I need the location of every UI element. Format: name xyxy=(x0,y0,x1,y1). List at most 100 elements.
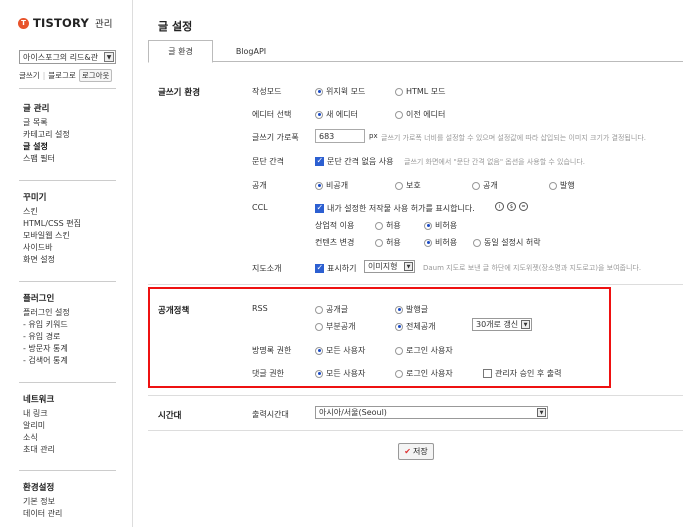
rss-count-select[interactable]: 30개로 갱신 ▼ xyxy=(472,318,532,331)
comment-approval-checkbox[interactable]: 관리자 승인 후 출력 xyxy=(483,368,562,379)
radio-rss-full[interactable]: 전체공개 xyxy=(395,321,435,332)
radio-modify-deny[interactable]: 비허용 xyxy=(424,237,457,248)
radio-button[interactable] xyxy=(472,181,480,190)
radio-rss-public[interactable]: 공개글 xyxy=(315,304,348,315)
menu-item-news[interactable]: 소식 xyxy=(23,432,55,444)
chevron-down-icon[interactable]: ▼ xyxy=(104,52,114,62)
radio-html[interactable]: HTML 모드 xyxy=(395,86,446,97)
menu-item-invites[interactable]: 초대 관리 xyxy=(23,444,55,456)
logo-text: TISTORY xyxy=(33,16,89,30)
logout-button[interactable]: 로그아웃 xyxy=(78,69,113,82)
radio-button[interactable] xyxy=(315,87,323,96)
menu-item-notifier[interactable]: 알리미 xyxy=(23,420,55,432)
menu-item-skin[interactable]: 스킨 xyxy=(23,206,81,218)
radio-button[interactable] xyxy=(315,369,323,378)
public-label: 공개 xyxy=(252,181,267,190)
checkbox[interactable] xyxy=(315,203,324,213)
radio-guestbook-all[interactable]: 모든 사용자 xyxy=(315,345,365,356)
radio-button[interactable] xyxy=(315,322,323,331)
radio-modify-sharealike[interactable]: 동일 설정시 허락 xyxy=(473,237,541,248)
radio-rss-partial[interactable]: 부분공개 xyxy=(315,321,355,332)
chevron-down-icon[interactable]: ▼ xyxy=(537,408,546,417)
cc-attribution-icon: i xyxy=(495,202,504,211)
ccl-icons: i $ = xyxy=(495,202,528,211)
paragraph-checkbox[interactable]: 문단 간격 없음 사용 xyxy=(315,156,394,167)
menu-item-post-list[interactable]: 글 목록 xyxy=(23,117,70,129)
radio-commercial-deny[interactable]: 비허용 xyxy=(424,220,457,231)
menu-item-basic-info[interactable]: 기본 정보 xyxy=(23,496,62,508)
radio-button[interactable] xyxy=(395,369,403,378)
radio-button[interactable] xyxy=(375,238,383,247)
checkbox[interactable] xyxy=(315,156,324,166)
radio-publish[interactable]: 발행 xyxy=(549,180,575,191)
radio-button[interactable] xyxy=(395,87,403,96)
page-title: 글 설정 xyxy=(158,20,193,33)
menu-item-data-management[interactable]: 데이터 관리 xyxy=(23,508,62,520)
radio-button[interactable] xyxy=(315,305,323,314)
radio-old-editor[interactable]: 이전 에디터 xyxy=(395,109,445,120)
tistory-logo[interactable]: T TISTORY 관리 xyxy=(18,16,112,30)
write-link[interactable]: 글쓰기 xyxy=(19,70,40,81)
chevron-down-icon[interactable]: ▼ xyxy=(521,320,530,329)
radio-button[interactable] xyxy=(395,346,403,355)
option-label: 보호 xyxy=(406,181,421,190)
checkbox[interactable] xyxy=(315,263,324,273)
commercial-label: 상업적 이용 xyxy=(315,221,355,230)
radio-modify-allow[interactable]: 허용 xyxy=(375,237,401,248)
radio-button[interactable] xyxy=(395,322,403,331)
map-select[interactable]: 이미지형 ▼ xyxy=(364,260,415,273)
radio-guestbook-login[interactable]: 로그인 사용자 xyxy=(395,345,453,356)
tab-post-env[interactable]: 글 환경 xyxy=(148,40,213,63)
radio-button[interactable] xyxy=(395,305,403,314)
radio-private[interactable]: 비공개 xyxy=(315,180,348,191)
radio-button[interactable] xyxy=(424,238,432,247)
menu-item-sidebar[interactable]: 사이드바 xyxy=(23,242,81,254)
tab-blogapi[interactable]: BlogAPI xyxy=(226,40,276,62)
radio-protected[interactable]: 보호 xyxy=(395,180,421,191)
save-button[interactable]: ✔ 저장 xyxy=(398,443,434,460)
radio-button[interactable] xyxy=(375,221,383,230)
radio-commercial-allow[interactable]: 허용 xyxy=(375,220,401,231)
blog-select[interactable]: 아이스포그의 리드&관 ▼ xyxy=(19,50,116,64)
menu-group-settings: 환경설정 기본 정보 데이터 관리 xyxy=(23,482,62,520)
menu-item-mobile-skin[interactable]: 모바일웹 스킨 xyxy=(23,230,81,242)
menu-item-referrers[interactable]: - 유입 경로 xyxy=(23,331,70,343)
menu-item-category[interactable]: 카테고리 설정 xyxy=(23,129,70,141)
menu-item-visitors[interactable]: - 방문자 통계 xyxy=(23,343,70,355)
option-label: 이전 에디터 xyxy=(406,110,446,119)
radio-button[interactable] xyxy=(315,181,323,190)
menu-item-spam-filter[interactable]: 스팸 필터 xyxy=(23,153,70,165)
radio-public[interactable]: 공개 xyxy=(472,180,498,191)
radio-button[interactable] xyxy=(473,238,481,247)
menu-item-html-css[interactable]: HTML/CSS 편집 xyxy=(23,218,81,230)
radio-new-editor[interactable]: 새 에디터 xyxy=(315,109,358,120)
ccl-checkbox[interactable]: 내가 설정한 저작물 사용 허가를 표시합니다. xyxy=(315,203,475,214)
radio-button[interactable] xyxy=(395,181,403,190)
blog-link[interactable]: 블로그로 xyxy=(48,70,76,81)
menu-item-post-settings[interactable]: 글 설정 xyxy=(23,141,70,153)
check-icon: ✔ xyxy=(404,447,411,456)
map-label: 지도소개 xyxy=(252,264,282,273)
radio-wysiwyg[interactable]: 위지윅 모드 xyxy=(315,86,365,97)
radio-button[interactable] xyxy=(315,346,323,355)
radio-button[interactable] xyxy=(549,181,557,190)
menu-item-plugin-settings[interactable]: 플러그인 설정 xyxy=(23,307,70,319)
map-checkbox[interactable]: 표시하기 xyxy=(315,263,356,274)
checkbox[interactable] xyxy=(483,369,492,378)
timezone-select[interactable]: 아시아/서울(Seoul) ▼ xyxy=(315,406,548,419)
option-label: 로그인 사용자 xyxy=(406,369,453,378)
radio-comment-all[interactable]: 모든 사용자 xyxy=(315,368,365,379)
section-title-writing: 글쓰기 환경 xyxy=(158,88,201,98)
width-input[interactable]: 683 xyxy=(315,129,365,143)
radio-comment-login[interactable]: 로그인 사용자 xyxy=(395,368,453,379)
radio-button[interactable] xyxy=(315,110,323,119)
menu-item-keywords[interactable]: - 유입 키워드 xyxy=(23,319,70,331)
chevron-down-icon[interactable]: ▼ xyxy=(404,262,413,271)
menu-item-screen[interactable]: 화면 설정 xyxy=(23,254,81,266)
menu-item-search-stats[interactable]: - 검색어 통계 xyxy=(23,355,70,367)
option-label: 비허용 xyxy=(435,238,458,247)
radio-button[interactable] xyxy=(395,110,403,119)
radio-rss-published[interactable]: 발행글 xyxy=(395,304,428,315)
radio-button[interactable] xyxy=(424,221,432,230)
menu-item-links[interactable]: 내 링크 xyxy=(23,408,55,420)
